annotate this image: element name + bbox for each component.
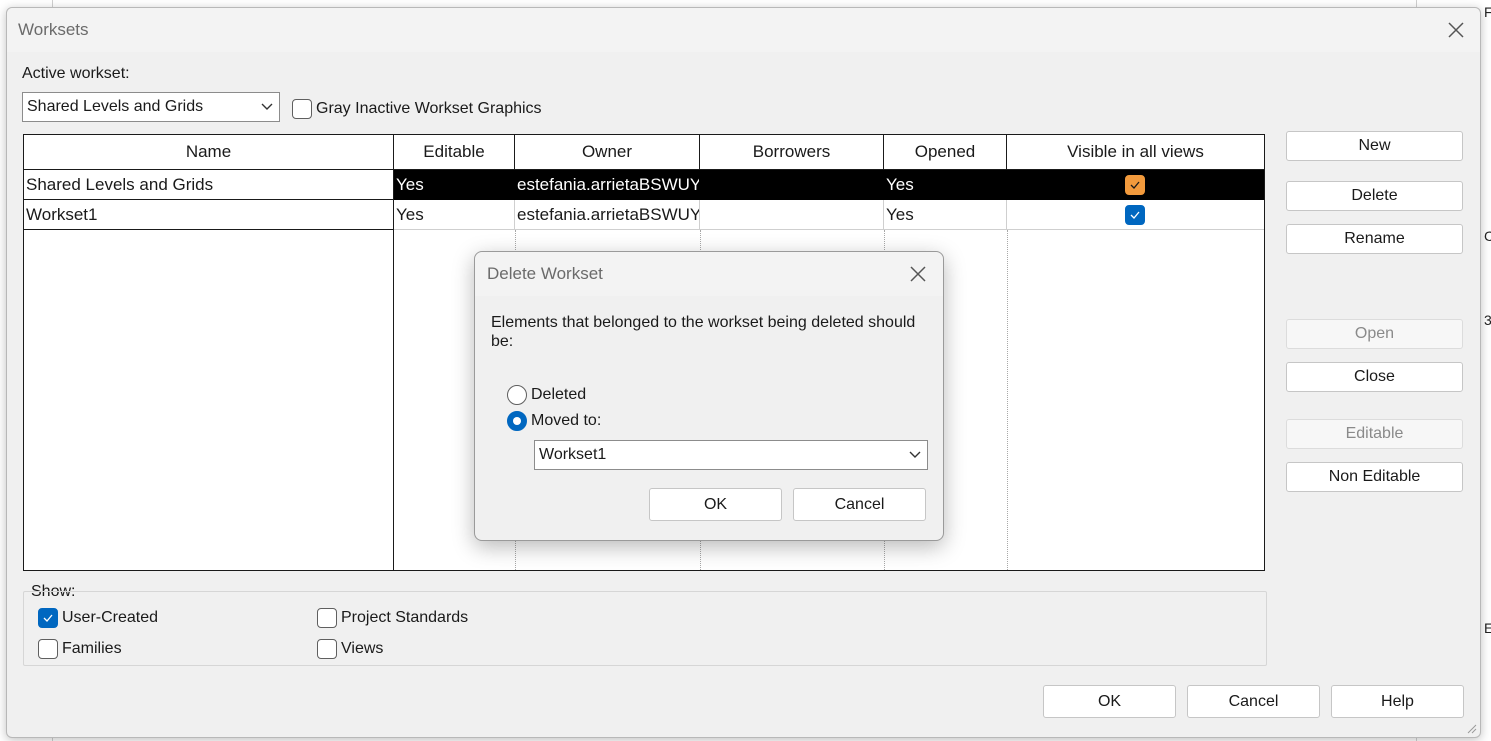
checkmark-icon xyxy=(43,614,53,622)
active-workset-label: Active workset: xyxy=(22,65,130,82)
show-group xyxy=(23,591,1267,666)
modal-titlebar: Delete Workset xyxy=(475,252,943,296)
gray-inactive-label: Gray Inactive Workset Graphics xyxy=(316,100,542,117)
resize-grip-icon[interactable] xyxy=(1465,722,1477,734)
close-button[interactable]: Close xyxy=(1286,362,1463,392)
visible-checkbox[interactable] xyxy=(1125,205,1145,225)
moved-to-select[interactable]: Workset1 xyxy=(534,440,928,470)
checkmark-icon xyxy=(1130,211,1140,219)
editable-button[interactable]: Editable xyxy=(1286,419,1463,449)
cell-name[interactable]: Shared Levels and Grids xyxy=(24,170,394,200)
non-editable-button[interactable]: Non Editable xyxy=(1286,462,1463,492)
user-created-checkbox[interactable] xyxy=(38,608,58,628)
column-header-owner[interactable]: Owner xyxy=(515,135,700,170)
cell-editable[interactable]: Yes xyxy=(394,200,515,230)
visible-checkbox[interactable] xyxy=(1125,175,1145,195)
modal-message: Elements that belonged to the workset be… xyxy=(491,314,916,350)
project-standards-checkbox[interactable] xyxy=(317,608,337,628)
active-workset-select[interactable]: Shared Levels and Grids xyxy=(22,92,280,122)
active-workset-value: Shared Levels and Grids xyxy=(27,98,204,115)
deleted-radio[interactable] xyxy=(507,385,527,405)
column-header-opened[interactable]: Opened xyxy=(884,135,1007,170)
chevron-down-icon xyxy=(909,451,921,458)
views-label: Views xyxy=(341,640,384,657)
families-label: Families xyxy=(62,640,122,657)
new-button[interactable]: New xyxy=(1286,131,1463,161)
delete-button[interactable]: Delete xyxy=(1286,181,1463,211)
dialog-titlebar: Worksets xyxy=(7,8,1480,52)
column-header-editable[interactable]: Editable xyxy=(394,135,515,170)
background-edge-label: E xyxy=(1484,620,1491,636)
column-header-borrowers[interactable]: Borrowers xyxy=(700,135,884,170)
gray-inactive-checkbox[interactable] xyxy=(292,99,312,119)
delete-workset-dialog: Delete Workset Elements that belonged to… xyxy=(474,251,944,541)
modal-title: Delete Workset xyxy=(487,264,603,283)
families-checkbox[interactable] xyxy=(38,639,58,659)
cell-owner[interactable]: estefania.arrietaBSWUY xyxy=(515,170,700,200)
background-edge-label: F xyxy=(1484,4,1491,20)
cell-owner[interactable]: estefania.arrietaBSWUY xyxy=(515,200,700,230)
rename-button[interactable]: Rename xyxy=(1286,224,1463,254)
cell-borrowers[interactable] xyxy=(700,200,884,230)
checkmark-icon xyxy=(1130,181,1140,189)
column-divider xyxy=(1007,230,1008,570)
cell-opened[interactable]: Yes xyxy=(884,170,1007,200)
ok-button[interactable]: OK xyxy=(1043,685,1176,718)
close-icon[interactable] xyxy=(1444,18,1468,42)
moved-to-value: Workset1 xyxy=(539,446,607,463)
open-button[interactable]: Open xyxy=(1286,319,1463,349)
cell-name[interactable]: Workset1 xyxy=(24,200,394,230)
cancel-button[interactable]: Cancel xyxy=(1187,685,1320,718)
deleted-label: Deleted xyxy=(531,386,587,403)
close-icon[interactable] xyxy=(907,263,929,285)
cell-borrowers[interactable] xyxy=(700,170,884,200)
project-standards-label: Project Standards xyxy=(341,609,469,626)
column-header-visible[interactable]: Visible in all views xyxy=(1007,135,1264,170)
cell-opened[interactable]: Yes xyxy=(884,200,1007,230)
modal-ok-button[interactable]: OK xyxy=(649,488,782,521)
views-checkbox[interactable] xyxy=(317,639,337,659)
cell-editable[interactable]: Yes xyxy=(394,170,515,200)
column-header-name[interactable]: Name xyxy=(24,135,394,170)
dialog-title: Worksets xyxy=(18,20,89,39)
moved-to-radio[interactable] xyxy=(507,411,527,431)
background-edge-label: C xyxy=(1484,228,1491,244)
moved-to-label: Moved to: xyxy=(531,412,602,429)
chevron-down-icon xyxy=(261,103,273,110)
background-edge-label: 3 xyxy=(1484,312,1491,328)
help-button[interactable]: Help xyxy=(1331,685,1464,718)
user-created-label: User-Created xyxy=(62,609,159,626)
name-column-empty xyxy=(24,230,394,570)
modal-cancel-button[interactable]: Cancel xyxy=(793,488,926,521)
